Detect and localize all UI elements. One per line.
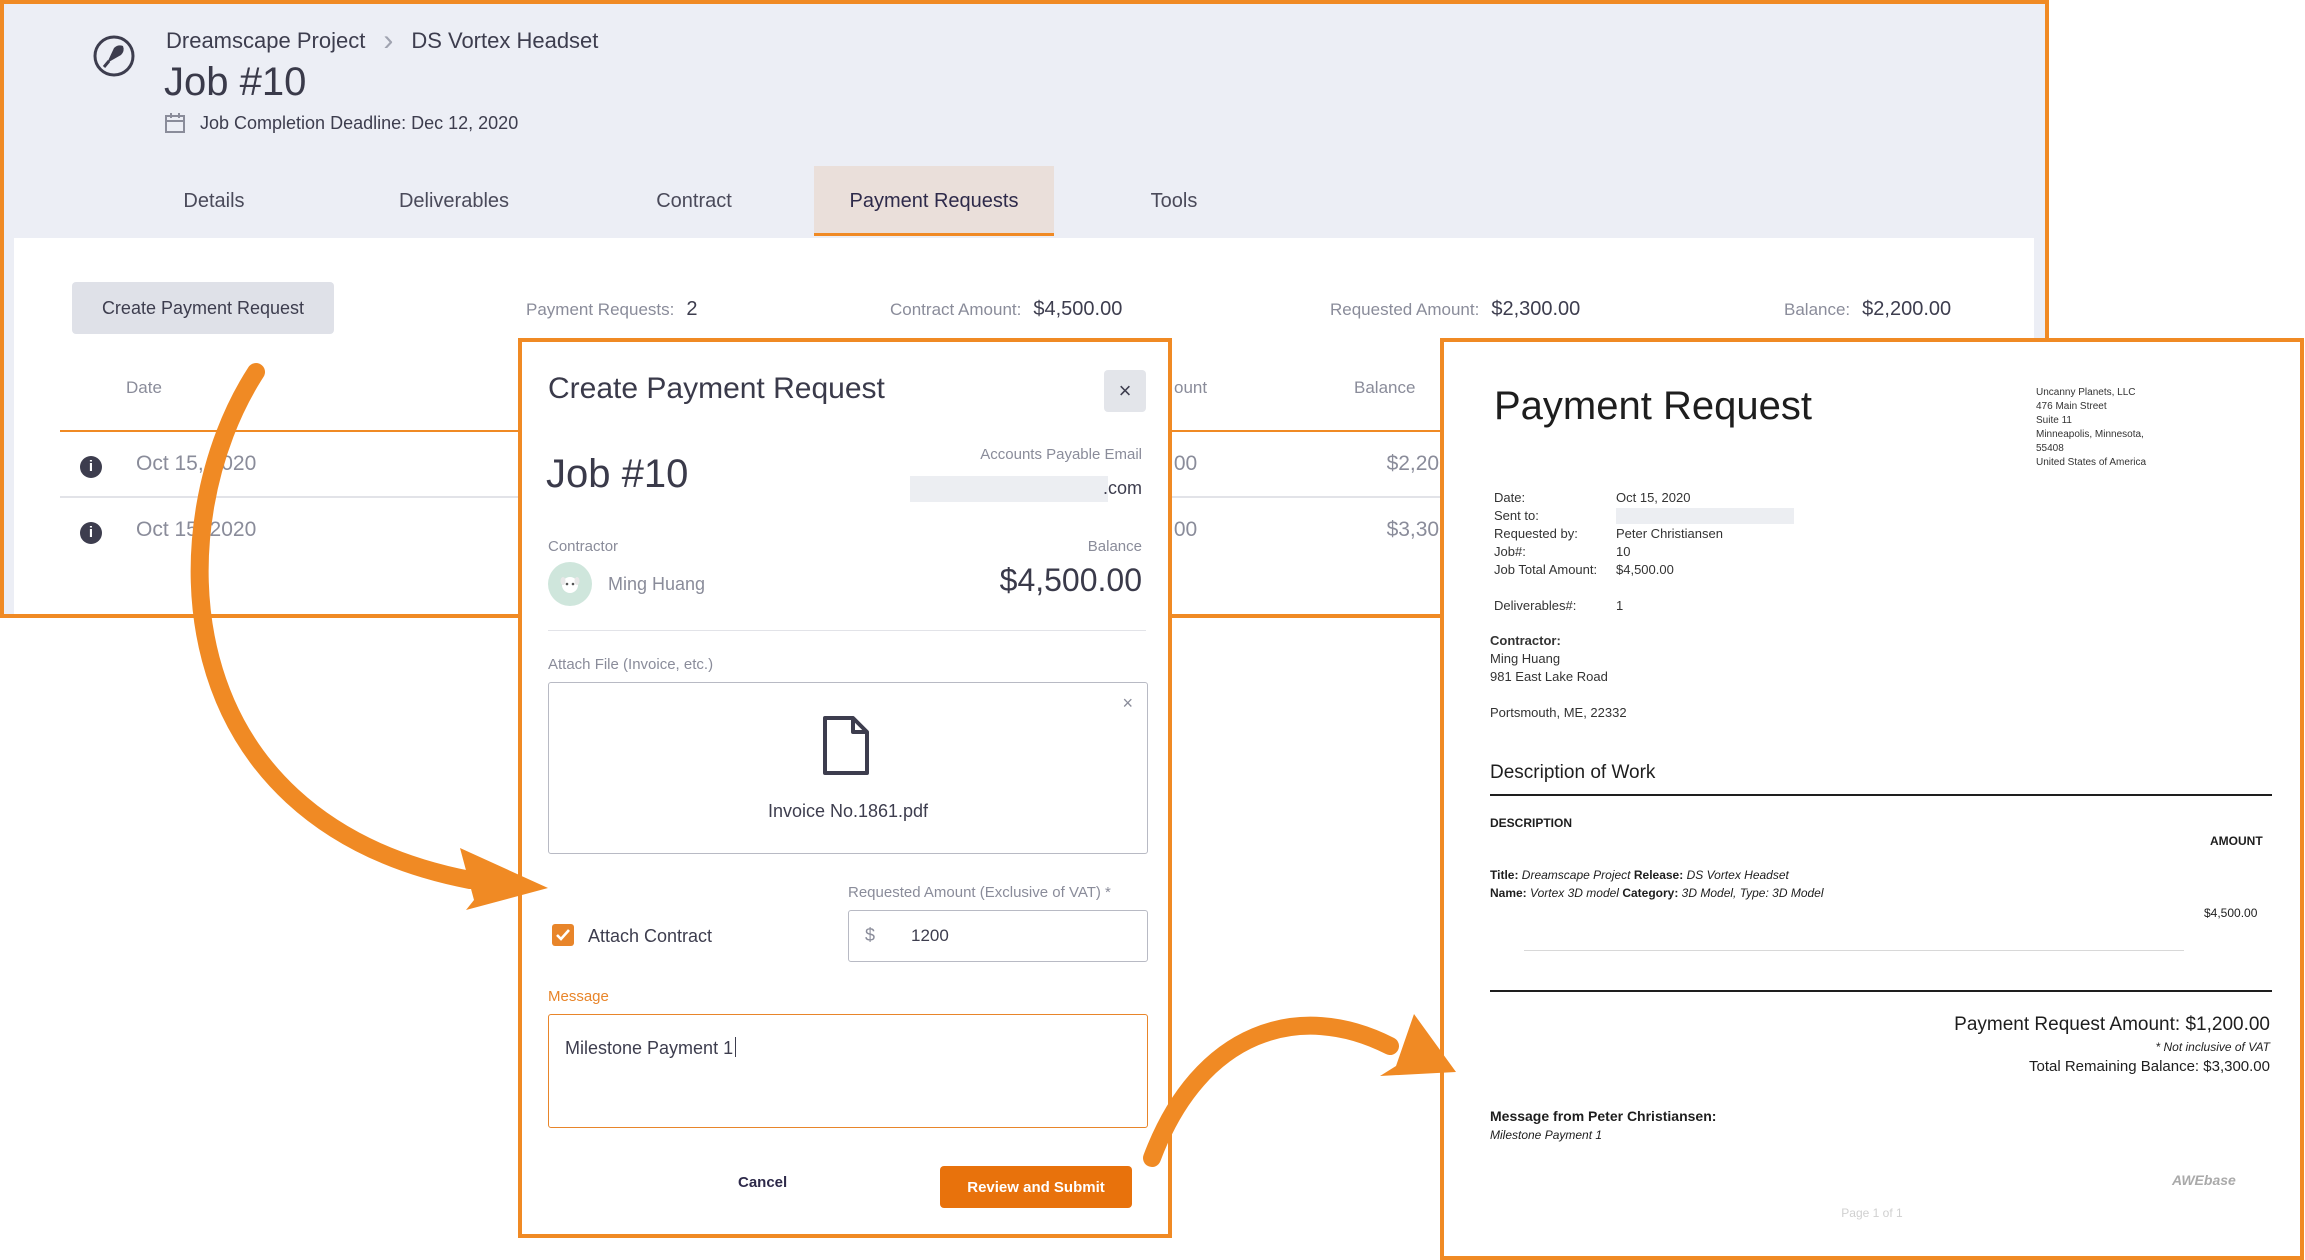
calendar-icon — [165, 113, 185, 133]
info-icon[interactable]: i — [80, 456, 102, 478]
stat-balance: Balance: $2,200.00 — [1784, 298, 1952, 320]
company-line: Suite 11 — [2036, 415, 2072, 426]
page-number: Page 1 of 1 — [1841, 1206, 1903, 1220]
text-caret — [735, 1037, 737, 1057]
balance-value: $4,500.00 — [999, 562, 1142, 598]
company-line: Minneapolis, Minnesota, — [2036, 429, 2144, 440]
info-icon[interactable]: i — [80, 522, 102, 544]
payment-request-document: Payment Request Uncanny Planets, LLC 476… — [1440, 338, 2304, 1260]
description-header: DESCRIPTION — [1490, 816, 1573, 830]
requested-amount-value: 1200 — [911, 926, 949, 945]
attach-file-label: Attach File (Invoice, etc.) — [548, 656, 714, 673]
document-title: Payment Request — [1494, 384, 1812, 428]
modal-title: Create Payment Request — [548, 372, 885, 405]
create-payment-request-modal: Create Payment Request × Job #10 Account… — [518, 338, 1172, 1238]
amount-header: AMOUNT — [2210, 834, 2263, 848]
create-payment-request-button[interactable]: Create Payment Request — [72, 282, 334, 334]
balance-label: Balance — [1087, 538, 1142, 555]
breadcrumb-release[interactable]: DS Vortex Headset — [411, 28, 598, 54]
arrow-to-document — [1143, 1016, 1399, 1167]
company-line: 55408 — [2036, 443, 2064, 454]
message-from: Message from Peter Christiansen: — [1490, 1108, 1717, 1124]
contractor-name: Ming Huang — [608, 574, 706, 594]
company-line: Uncanny Planets, LLC — [2036, 387, 2136, 398]
item-amount: $4,500.00 — [2204, 906, 2258, 920]
requested-amount-label: Requested Amount (Exclusive of VAT) * — [848, 884, 1111, 901]
item-divider — [1524, 950, 2184, 951]
redacted-recipient — [1616, 508, 1794, 524]
close-icon[interactable]: × — [1104, 370, 1146, 412]
document-message: Milestone Payment 1 — [1490, 1128, 1603, 1142]
contractor-line: 981 East Lake Road — [1490, 669, 1608, 684]
tab-details[interactable]: Details — [94, 166, 334, 236]
dog-icon — [560, 577, 580, 593]
tab-bar: Details Deliverables Contract Payment Re… — [94, 166, 1294, 238]
company-line: United States of America — [2036, 457, 2147, 468]
remaining-balance: Total Remaining Balance: $3,300.00 — [2029, 1058, 2270, 1075]
totals-block: Payment Request Amount: $1,200.00 * Not … — [1954, 1014, 2270, 1075]
deadline: Job Completion Deadline: Dec 12, 2020 — [164, 112, 518, 134]
stat-contract-amount: Contract Amount: $4,500.00 — [890, 298, 1123, 320]
ap-email-value: .com — [1102, 478, 1142, 498]
requested-amount-input[interactable]: $ 1200 — [848, 910, 1148, 962]
page-title: Job #10 — [164, 60, 307, 104]
tab-payment-requests[interactable]: Payment Requests — [814, 166, 1054, 236]
tab-deliverables[interactable]: Deliverables — [334, 166, 574, 236]
tab-contract[interactable]: Contract — [574, 166, 814, 236]
currency-symbol: $ — [865, 925, 876, 945]
cancel-button[interactable]: Cancel — [738, 1174, 787, 1191]
company-line: 476 Main Street — [2036, 401, 2107, 412]
awebase-logo: AWEbase — [2172, 1172, 2236, 1188]
contractor-line: Ming Huang — [1490, 651, 1561, 666]
review-and-submit-button[interactable]: Review and Submit — [940, 1166, 1132, 1208]
deadline-text: Job Completion Deadline: Dec 12, 2020 — [200, 112, 519, 133]
redacted-email — [910, 476, 1108, 502]
ap-email-label: Accounts Payable Email — [980, 446, 1142, 463]
file-dropzone[interactable]: × Invoice No.1861.pdf — [548, 682, 1148, 854]
modal-job-title: Job #10 — [546, 452, 689, 496]
contractor-line — [1490, 686, 1627, 704]
payment-request-amount: Payment Request Amount: $1,200.00 — [1954, 1014, 2270, 1035]
totals-divider — [1490, 990, 2272, 992]
breadcrumb: Dreamscape Project › DS Vortex Headset — [166, 24, 598, 57]
description-title: Description of Work — [1490, 762, 1656, 783]
checkmark-icon — [556, 929, 570, 941]
company-address: Uncanny Planets, LLC 476 Main Street Sui… — [2036, 386, 2146, 470]
stat-requests: Payment Requests: 2 — [526, 298, 698, 320]
contractor-heading: Contractor: — [1490, 633, 1561, 648]
attach-contract-checkbox[interactable] — [552, 924, 574, 946]
tab-tools[interactable]: Tools — [1054, 166, 1294, 236]
column-header-amount: ount — [1174, 378, 1208, 397]
file-name: Invoice No.1861.pdf — [767, 801, 929, 821]
avatar — [548, 562, 592, 606]
breadcrumb-project[interactable]: Dreamscape Project — [166, 28, 365, 54]
contractor-line: Portsmouth, ME, 22332 — [1490, 705, 1627, 720]
vat-note: * Not inclusive of VAT — [2155, 1040, 2271, 1054]
item-name-line: Name: Vortex 3D model Category: 3D Model… — [1490, 886, 1824, 900]
chevron-right-icon: › — [383, 24, 394, 57]
rocket-icon — [93, 35, 135, 77]
section-divider — [1490, 794, 2272, 796]
file-icon — [823, 716, 869, 775]
attach-contract-label[interactable]: Attach Contract — [588, 926, 712, 947]
remove-file-icon[interactable]: × — [1122, 693, 1133, 714]
contractor-block: Contractor: Ming Huang 981 East Lake Roa… — [1490, 632, 1627, 722]
divider — [548, 630, 1146, 631]
message-value: Milestone Payment 1 — [565, 1038, 734, 1058]
column-header-balance: Balance — [1354, 378, 1416, 397]
contractor-label: Contractor — [548, 538, 619, 555]
stat-requested-amount: Requested Amount: $2,300.00 — [1330, 298, 1581, 320]
item-title-line: Title: Dreamscape Project Release: DS Vo… — [1490, 868, 1789, 882]
message-textarea[interactable]: Milestone Payment 1 — [548, 1014, 1148, 1128]
message-label: Message — [548, 988, 609, 1005]
column-header-date: Date — [126, 378, 162, 397]
